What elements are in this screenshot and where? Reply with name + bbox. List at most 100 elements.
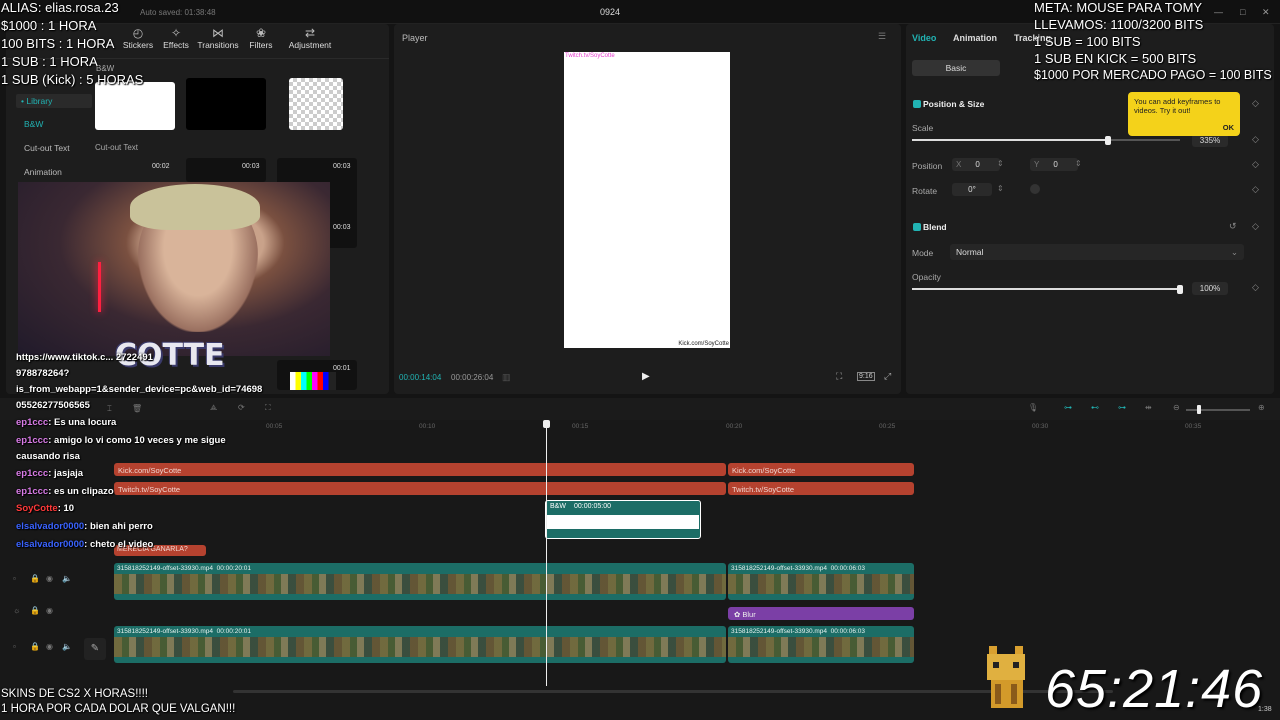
text-clip[interactable]: Kick.com/SoyCotte (728, 463, 914, 476)
clip-label: 315818252149-offset-33930.mp4 (117, 565, 214, 572)
minimize-icon[interactable]: — (1214, 7, 1223, 17)
close-icon[interactable]: ✕ (1262, 7, 1270, 18)
preview-axis-icon[interactable]: ⊶ (1118, 403, 1126, 412)
track-visibility-icon[interactable]: ▫ (13, 574, 16, 583)
playhead[interactable] (546, 422, 547, 686)
lock-icon[interactable]: 🔒 (30, 606, 40, 615)
keyframe-icon[interactable]: ◇ (1252, 221, 1259, 232)
mode-select[interactable]: Normal ⌄ (950, 244, 1244, 260)
blur-effect-clip[interactable]: ✿ Blur (728, 607, 914, 620)
keyframe-icon[interactable]: ◇ (1252, 184, 1259, 195)
chat-message: ep1ccc: es un clipazo (16, 486, 114, 497)
keyframe-icon[interactable]: ◇ (1252, 159, 1259, 170)
tab-label: Adjustment (288, 40, 332, 50)
sidebar-item-bw[interactable]: B&W (24, 119, 43, 129)
delete-icon[interactable]: 🗑 (132, 404, 142, 413)
crop-icon[interactable]: ⛶ (265, 403, 271, 413)
edit-cover-icon[interactable]: ✎ (84, 638, 106, 660)
tooltip-ok-button[interactable]: OK (1223, 123, 1234, 132)
menu-icon[interactable]: ☰ (878, 31, 886, 42)
tab-transitions[interactable]: ⋈ Transitions (196, 26, 240, 50)
sidebar-item-animation[interactable]: Animation (24, 167, 62, 177)
microphone-icon[interactable]: 🎙 (1028, 403, 1038, 412)
clip-label: Blur (742, 610, 756, 619)
led-light (98, 262, 101, 312)
magnet-icon[interactable]: ⊶ (1064, 403, 1072, 412)
rotate-input[interactable]: 0° (952, 183, 992, 196)
eye-icon[interactable]: ◉ (46, 606, 53, 615)
zoom-in-icon[interactable]: ⊕ (1258, 403, 1265, 412)
fullscreen-icon[interactable]: ⤢ (884, 371, 891, 382)
text-clip[interactable]: Twitch.tv/SoyCotte (114, 482, 726, 495)
video-clip[interactable]: 315818252149-offset-33930.mp4 00:00:20:0… (114, 626, 726, 663)
y-label: Y (1034, 160, 1040, 169)
keyframe-icon[interactable]: ◇ (1252, 134, 1259, 145)
lock-icon[interactable]: 🔒 (30, 574, 40, 583)
effect-thumb[interactable] (95, 82, 175, 130)
rotate-label: Rotate (912, 186, 938, 196)
tab-video[interactable]: Video (912, 33, 936, 43)
text-clip[interactable]: Kick.com/SoyCotte (114, 463, 726, 476)
position-y-input[interactable]: Y0 (1030, 158, 1078, 171)
rotate-icon[interactable]: ⟳ (238, 403, 245, 412)
split-track-icon[interactable]: ⇹ (1145, 403, 1152, 412)
reset-icon[interactable]: ↺ (1229, 221, 1237, 232)
sidebar-item-library[interactable]: • Library (16, 94, 92, 108)
timecode-icon[interactable]: ▥ (502, 372, 511, 383)
stepper-icon[interactable]: ⇕ (1075, 159, 1082, 168)
effect-thumb[interactable] (289, 78, 343, 130)
bw-effect-clip[interactable]: B&W 00:00:05:00 (545, 500, 701, 539)
playhead-handle[interactable] (543, 420, 550, 428)
color-bars-thumb[interactable] (290, 372, 336, 390)
chat-text: : es un clipazo (48, 486, 114, 497)
tab-adjustment[interactable]: ⇄ Adjustment (282, 26, 338, 50)
scale-slider-knob[interactable] (1105, 136, 1111, 145)
mirror-icon[interactable]: ⟁ (210, 403, 217, 413)
eye-icon[interactable]: ◉ (46, 574, 53, 583)
tab-label: Effects (163, 40, 189, 50)
stepper-icon[interactable]: ⇕ (997, 184, 1004, 193)
eye-icon[interactable]: ◉ (46, 642, 53, 651)
tab-effects[interactable]: ✧ Effects (154, 26, 198, 50)
rotate-dial[interactable] (1030, 184, 1040, 194)
opacity-input[interactable]: 100% (1192, 282, 1228, 295)
keyframe-icon[interactable]: ◇ (1252, 98, 1259, 109)
effect-track-icon[interactable]: ☼ (13, 606, 20, 615)
lock-icon[interactable]: 🔒 (30, 642, 40, 651)
zoom-out-icon[interactable]: ⊖ (1173, 403, 1180, 412)
effect-thumb[interactable] (186, 158, 266, 182)
text-clip[interactable]: Twitch.tv/SoyCotte (728, 482, 914, 495)
position-size-checkbox[interactable] (913, 100, 921, 108)
tab-filters[interactable]: ❀ Filters (239, 26, 283, 50)
keyframe-tooltip: You can add keyframes to videos. Try it … (1128, 92, 1240, 136)
video-clip[interactable]: 315818252149-offset-33930.mp4 00:00:06:0… (728, 626, 914, 663)
video-clip[interactable]: 315818252149-offset-33930.mp4 00:00:20:0… (114, 563, 726, 600)
blend-checkbox[interactable] (913, 223, 921, 231)
clip-label: Twitch.tv/SoyCotte (118, 485, 181, 494)
duration-badge: 00:03 (333, 224, 351, 231)
preview-canvas[interactable]: Twitch.tv/SoyCotte Kick.com/SoyCotte (564, 52, 730, 348)
ratio-button[interactable]: 9:16 (857, 372, 875, 381)
scale-slider-fill (912, 139, 1108, 141)
audio-icon[interactable]: 🔈 (62, 574, 72, 583)
play-icon[interactable]: ▶ (642, 371, 650, 382)
sidebar-item-cutout[interactable]: Cut-out Text (24, 143, 70, 153)
position-x-input[interactable]: X0 (952, 158, 1000, 171)
opacity-slider-knob[interactable] (1177, 285, 1183, 294)
zoom-slider-knob[interactable] (1197, 405, 1201, 414)
streamer-hair (130, 184, 260, 230)
track-visibility-icon[interactable]: ▫ (13, 642, 16, 651)
video-clip[interactable]: 315818252149-offset-33930.mp4 00:00:06:0… (728, 563, 914, 600)
keyframe-icon[interactable]: ◇ (1252, 282, 1259, 293)
stepper-icon[interactable]: ⇕ (997, 159, 1004, 168)
zoom-slider[interactable] (1186, 409, 1250, 411)
split-icon[interactable]: ⌶ (107, 404, 112, 414)
fit-icon[interactable]: ⛶ (836, 371, 842, 382)
tab-animation[interactable]: Animation (953, 33, 997, 43)
y-value: 0 (1053, 160, 1058, 169)
link-icon[interactable]: ⊷ (1091, 403, 1099, 412)
subtab-basic[interactable]: Basic (912, 60, 1000, 76)
maximize-icon[interactable]: □ (1240, 7, 1245, 17)
effect-thumb[interactable] (186, 78, 266, 130)
audio-icon[interactable]: 🔈 (62, 642, 72, 651)
